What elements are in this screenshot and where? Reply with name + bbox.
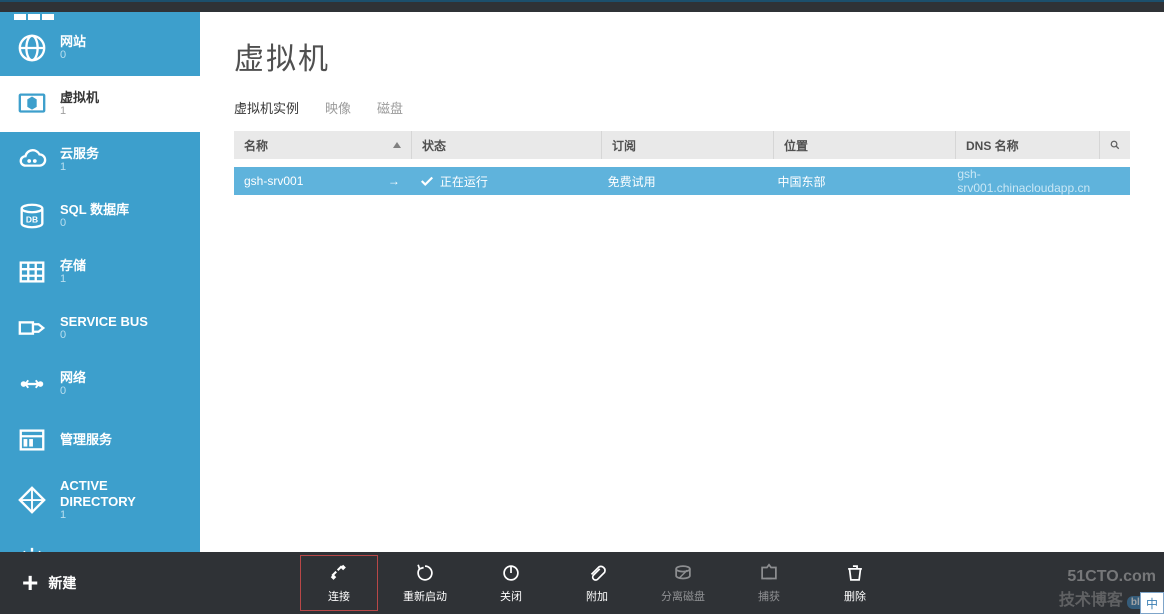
sidebar-item-vm[interactable]: 虚拟机 1 [0,76,200,132]
globe-icon [14,30,50,66]
detach-button: 分离磁盘 [644,555,722,611]
new-button-label: 新建 [48,573,76,593]
vm-icon [14,86,50,122]
sidebar-item-label: SQL 数据库 [60,202,129,218]
sidebar-item-label: 管理服务 [60,432,112,448]
vm-table: 名称 状态 订阅 位置 DNS 名称 gsh-srv001 → 正在运行 免费试… [234,131,1130,195]
sidebar-item-storage[interactable]: 存储 1 [0,244,200,300]
action-label: 连接 [328,588,350,604]
sidebar-item-count: 1 [60,161,99,174]
db-icon [14,198,50,234]
restart-button[interactable]: 重新启动 [386,555,464,611]
col-header-dns[interactable]: DNS 名称 [956,131,1100,159]
capture-icon [758,562,780,584]
action-label: 删除 [844,588,866,604]
connect-icon [328,562,350,584]
table-header: 名称 状态 订阅 位置 DNS 名称 [234,131,1130,159]
sidebar-item-servicebus[interactable]: SERVICE BUS 0 [0,300,200,356]
sidebar-item-label: 网络 [60,370,86,386]
sidebar-item-label: 虚拟机 [60,90,99,106]
command-bar: + 新建 连接 重新启动 关闭 附加 分离磁盘 捕获 删除 51CTO [0,552,1164,614]
sidebar-item-label: 网站 [60,34,86,50]
cell-name: gsh-srv001 → [234,167,410,195]
sidebar-item-count: 1 [60,273,86,286]
power-icon [500,562,522,584]
sidebar-item-network[interactable]: 网络 0 [0,356,200,412]
action-label: 附加 [586,588,608,604]
action-label: 捕获 [758,588,780,604]
sidebar-item-count: 1 [60,105,99,118]
row-arrow-icon[interactable]: → [388,174,400,188]
cell-location: 中国东部 [768,167,948,195]
shutdown-button[interactable]: 关闭 [472,555,550,611]
ad-icon [14,482,50,518]
search-icon [1110,139,1120,151]
table-search-button[interactable] [1100,131,1130,159]
col-header-status[interactable]: 状态 [412,131,602,159]
action-label: 分离磁盘 [661,588,705,604]
sidebar-item-label: ACTIVE DIRECTORY [60,478,186,509]
network-icon [14,366,50,402]
cloud-gear-icon [14,142,50,178]
delete-button[interactable]: 删除 [816,555,894,611]
ime-indicator[interactable]: 中 [1140,592,1164,614]
action-label: 重新启动 [403,588,447,604]
sidebar-item-label: SERVICE BUS [60,314,148,330]
subtab[interactable]: 磁盘 [377,98,403,117]
sidebar-item-mgmt[interactable]: 管理服务 [0,412,200,468]
check-icon [420,174,434,188]
attach-icon [586,562,608,584]
window-topbar [0,0,1164,12]
subtab[interactable]: 虚拟机实例 [234,98,299,117]
servicebus-icon [14,310,50,346]
plus-icon: + [22,567,38,599]
connect-button[interactable]: 连接 [300,555,378,611]
cell-status: 正在运行 [410,167,598,195]
main-content: 虚拟机 虚拟机实例 映像 磁盘 名称 状态 订阅 位置 DNS 名称 gsh-srv… [200,12,1164,552]
sidebar-item-count: 0 [60,49,86,62]
col-header-subscription[interactable]: 订阅 [602,131,774,159]
sidebar: 网站 0 虚拟机 1 云服务 1 SQL 数据库 0 存储 1 [0,12,200,552]
detach-icon [672,562,694,584]
sidebar-item-count: 1 [60,509,186,522]
sidebar-item-count: 0 [60,217,129,230]
sidebar-item-label: 存储 [60,258,86,274]
trash-icon [844,562,866,584]
storage-icon [14,254,50,290]
capture-button: 捕获 [730,555,808,611]
sidebar-item-ad[interactable]: ACTIVE DIRECTORY 1 [0,468,200,532]
all-items-tiles-icon[interactable] [0,12,200,20]
col-header-location[interactable]: 位置 [774,131,956,159]
new-button[interactable]: + 新建 [0,552,98,614]
subtab-bar: 虚拟机实例 映像 磁盘 [234,98,1164,117]
action-label: 关闭 [500,588,522,604]
col-header-name[interactable]: 名称 [234,131,412,159]
sidebar-item-count: 0 [60,385,86,398]
sidebar-item-globe[interactable]: 网站 0 [0,20,200,76]
sidebar-item-cloud-gear[interactable]: 云服务 1 [0,132,200,188]
restart-icon [414,562,436,584]
cell-subscription: 免费试用 [598,167,768,195]
sidebar-item-label: 云服务 [60,146,99,162]
subtab[interactable]: 映像 [325,98,351,117]
sidebar-item-count: 0 [60,329,148,342]
table-row[interactable]: gsh-srv001 → 正在运行 免费试用 中国东部 gsh-srv001.c… [234,167,1130,195]
sidebar-item-db[interactable]: SQL 数据库 0 [0,188,200,244]
attach-button[interactable]: 附加 [558,555,636,611]
page-title: 虚拟机 [234,34,1164,78]
mgmt-icon [14,422,50,458]
cell-dns: gsh-srv001.chinacloudapp.cn [947,167,1100,195]
